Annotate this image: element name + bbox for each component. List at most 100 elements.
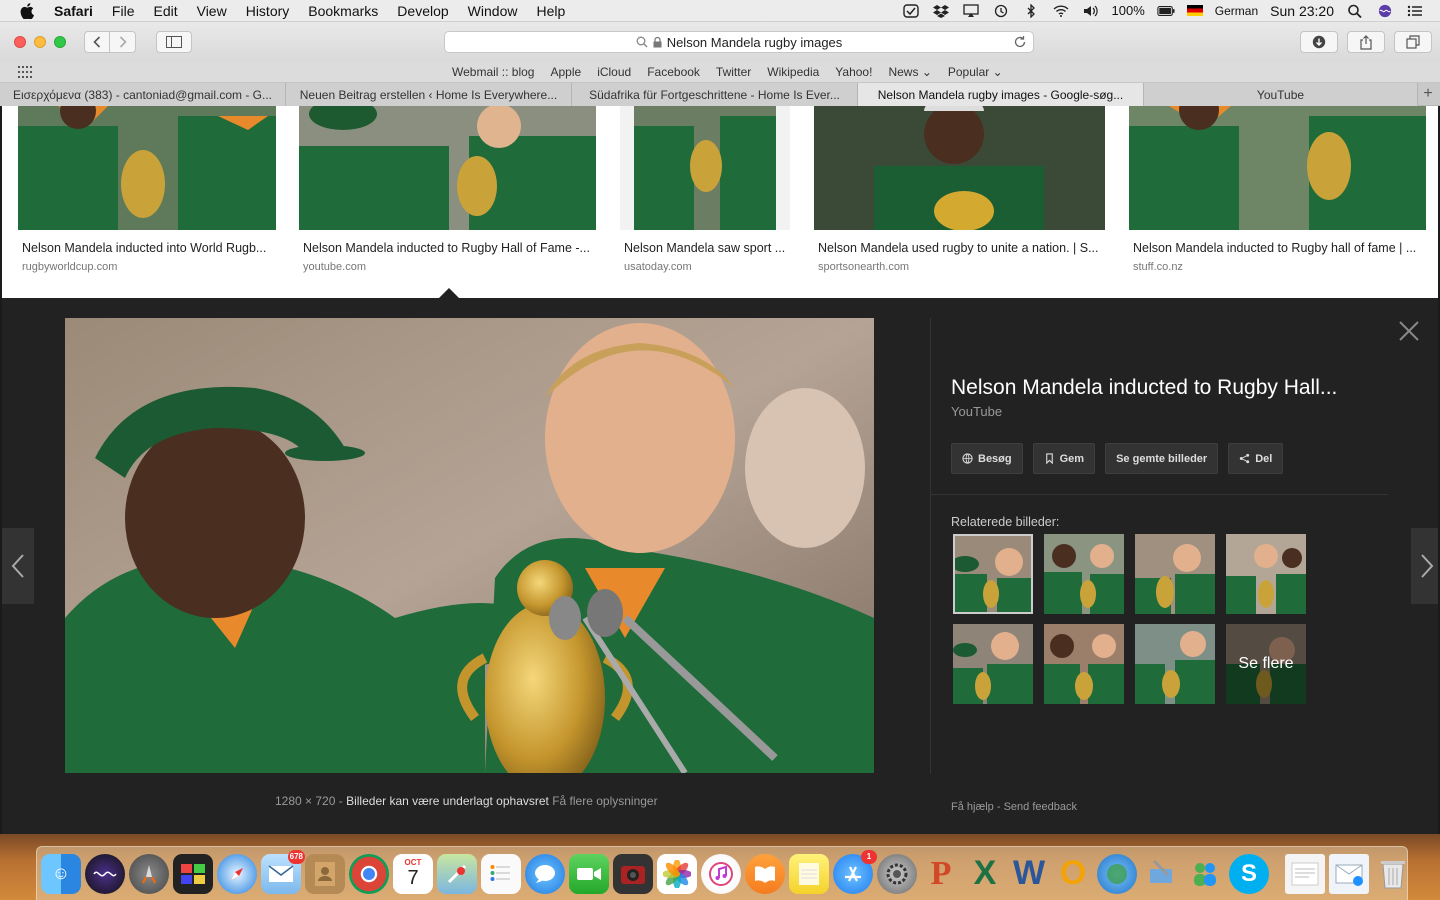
finder-icon[interactable]: ☺	[41, 853, 81, 894]
siri-icon[interactable]	[1376, 4, 1394, 18]
close-window-button[interactable]	[14, 36, 26, 48]
notes-icon[interactable]	[789, 853, 829, 894]
main-preview-image[interactable]	[65, 318, 874, 773]
related-image[interactable]	[1044, 534, 1124, 614]
help-link[interactable]: Få hjælp	[951, 801, 994, 813]
excel-icon[interactable]: X	[965, 854, 1005, 894]
result-thumbnail[interactable]	[1129, 106, 1426, 230]
mail-icon[interactable]: 678	[261, 849, 305, 894]
tab-gmail[interactable]: Εισερχόμενα (383) - cantoniad@gmail.com …	[0, 83, 286, 106]
menu-view[interactable]: View	[197, 3, 227, 19]
menu-edit[interactable]: Edit	[153, 3, 177, 19]
maps-icon[interactable]	[437, 853, 477, 894]
favorite-news-folder[interactable]: News ⌄	[888, 65, 931, 79]
copyright-link[interactable]: Billeder kan være underlagt ophavsret	[346, 794, 549, 808]
related-image[interactable]	[1226, 534, 1306, 614]
volume-icon[interactable]	[1082, 4, 1100, 18]
checkmark-status-icon[interactable]	[902, 3, 920, 18]
related-image[interactable]	[953, 534, 1033, 614]
favorite-facebook[interactable]: Facebook	[647, 65, 700, 79]
calendar-icon[interactable]: OCT 7	[393, 853, 433, 894]
related-image[interactable]	[953, 624, 1033, 704]
result-thumbnail[interactable]	[620, 106, 790, 230]
wifi-icon[interactable]	[1052, 4, 1070, 18]
see-more-related[interactable]: Se flere	[1226, 624, 1306, 704]
spotlight-search-icon[interactable]	[1346, 4, 1364, 18]
chrome-icon[interactable]	[349, 853, 389, 894]
menu-safari[interactable]: Safari	[54, 3, 93, 19]
trash-icon[interactable]	[1373, 854, 1413, 894]
siri-dock-icon[interactable]	[85, 853, 125, 894]
menu-window[interactable]: Window	[468, 3, 518, 19]
result-thumbnail[interactable]	[18, 106, 276, 230]
reminders-icon[interactable]	[481, 853, 521, 894]
image-result[interactable]: Nelson Mandela used rugby to unite a nat…	[814, 106, 1105, 273]
menu-file[interactable]: File	[112, 3, 135, 19]
clock[interactable]: Sun 23:20	[1270, 3, 1334, 19]
favorite-apple[interactable]: Apple	[550, 65, 581, 79]
german-flag-icon[interactable]	[1186, 5, 1203, 16]
battery-icon[interactable]	[1157, 4, 1175, 18]
result-title[interactable]: Nelson Mandela inducted to Rugby Hall of…	[299, 241, 596, 255]
bluetooth-icon[interactable]	[1022, 3, 1040, 18]
outlook-icon[interactable]: O	[1053, 854, 1093, 894]
favorite-popular-folder[interactable]: Popular ⌄	[948, 65, 1003, 79]
image-result[interactable]: Nelson Mandela inducted to Rugby hall of…	[1129, 106, 1426, 273]
app-store-icon[interactable]: 1	[833, 849, 877, 894]
favorite-wikipedia[interactable]: Wikipedia	[767, 65, 819, 79]
result-title[interactable]: Nelson Mandela used rugby to unite a nat…	[814, 241, 1105, 255]
satellite-app-icon[interactable]	[1141, 854, 1181, 894]
itunes-icon[interactable]	[701, 853, 741, 894]
apple-menu-icon[interactable]	[18, 2, 36, 20]
system-preferences-icon[interactable]	[877, 853, 917, 894]
tab-suedafrika[interactable]: Südafrika für Fortgeschrittene - Home Is…	[572, 83, 858, 106]
result-title[interactable]: Nelson Mandela saw sport ...	[620, 241, 790, 255]
related-image[interactable]	[1135, 624, 1215, 704]
fullscreen-window-button[interactable]	[54, 36, 66, 48]
favorite-yahoo[interactable]: Yahoo!	[835, 65, 872, 79]
favorite-icloud[interactable]: iCloud	[597, 65, 631, 79]
top-sites-grid-icon[interactable]	[18, 66, 32, 78]
favorite-webmail[interactable]: Webmail :: blog	[452, 65, 534, 79]
related-image[interactable]	[1044, 624, 1124, 704]
downloads-stack-icon[interactable]	[1329, 853, 1369, 894]
menu-develop[interactable]: Develop	[397, 3, 448, 19]
visit-button[interactable]: Besøg	[951, 443, 1023, 474]
image-result[interactable]: Nelson Mandela saw sport ... usatoday.co…	[620, 106, 790, 273]
photo-booth-2-icon[interactable]	[613, 853, 653, 894]
back-button[interactable]	[84, 31, 110, 53]
launchpad-icon[interactable]	[129, 853, 169, 894]
result-thumbnail[interactable]	[299, 106, 596, 230]
related-image[interactable]	[1135, 534, 1215, 614]
powerpoint-icon[interactable]: P	[921, 854, 961, 894]
feedback-link[interactable]: Send feedback	[1004, 801, 1077, 813]
photo-booth-icon[interactable]	[173, 853, 213, 894]
image-result[interactable]: Nelson Mandela inducted to Rugby Hall of…	[299, 106, 596, 273]
menu-history[interactable]: History	[246, 3, 290, 19]
forward-button[interactable]	[110, 31, 136, 53]
internet-connect-icon[interactable]	[1097, 853, 1137, 894]
tab-google-images[interactable]: Nelson Mandela rugby images - Google-søg…	[858, 83, 1144, 106]
messenger-buddies-icon[interactable]	[1185, 854, 1225, 894]
result-title[interactable]: Nelson Mandela inducted into World Rugb.…	[18, 241, 276, 255]
airplay-icon[interactable]	[962, 3, 980, 18]
new-tab-button[interactable]: +	[1418, 83, 1438, 105]
result-thumbnail[interactable]	[814, 106, 1105, 230]
notification-center-icon[interactable]	[1406, 4, 1424, 18]
facetime-icon[interactable]	[569, 853, 609, 894]
previous-image-button[interactable]	[2, 528, 34, 604]
share-button[interactable]	[1347, 31, 1385, 53]
safari-icon[interactable]	[217, 853, 257, 894]
messages-icon[interactable]	[525, 853, 565, 894]
sidebar-toggle-button[interactable]	[156, 31, 192, 53]
image-source[interactable]: YouTube	[951, 404, 1002, 419]
result-title[interactable]: Nelson Mandela inducted to Rugby hall of…	[1129, 241, 1426, 255]
address-bar[interactable]: Nelson Mandela rugby images	[444, 31, 1034, 53]
menu-bookmarks[interactable]: Bookmarks	[308, 3, 378, 19]
tab-youtube[interactable]: YouTube	[1144, 83, 1418, 106]
image-title[interactable]: Nelson Mandela inducted to Rugby Hall...	[951, 376, 1371, 400]
tab-overview-button[interactable]	[1394, 31, 1432, 53]
photos-icon[interactable]	[657, 853, 697, 894]
more-info-link[interactable]: Få flere oplysninger	[552, 794, 657, 808]
word-icon[interactable]: W	[1009, 854, 1049, 894]
